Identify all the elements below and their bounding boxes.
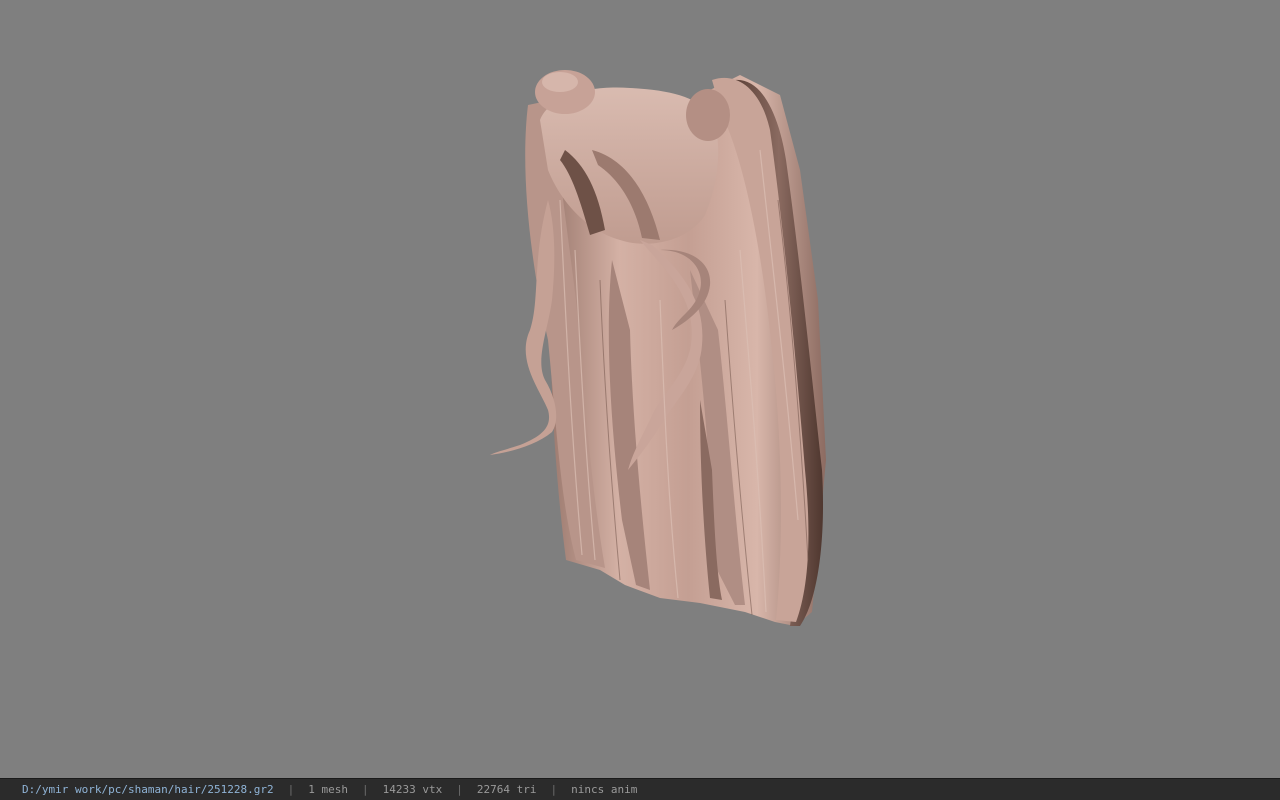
file-path: D:/ymir work/pc/shaman/hair/251228.gr2	[22, 783, 274, 796]
status-bar: D:/ymir work/pc/shaman/hair/251228.gr2 |…	[0, 778, 1280, 800]
hair-model-render[interactable]	[0, 0, 1280, 778]
separator: |	[287, 783, 295, 796]
triangle-count: 22764 tri	[476, 783, 537, 796]
right-bun	[686, 89, 730, 141]
vertex-count: 14233 vtx	[382, 783, 443, 796]
mesh-count: 1 mesh	[308, 783, 349, 796]
front-curl-left	[490, 200, 557, 455]
separator: |	[550, 783, 558, 796]
animation-status: nincs anim	[571, 783, 638, 796]
separator: |	[362, 783, 369, 796]
3d-viewport[interactable]	[0, 0, 1280, 778]
separator: |	[456, 783, 463, 796]
